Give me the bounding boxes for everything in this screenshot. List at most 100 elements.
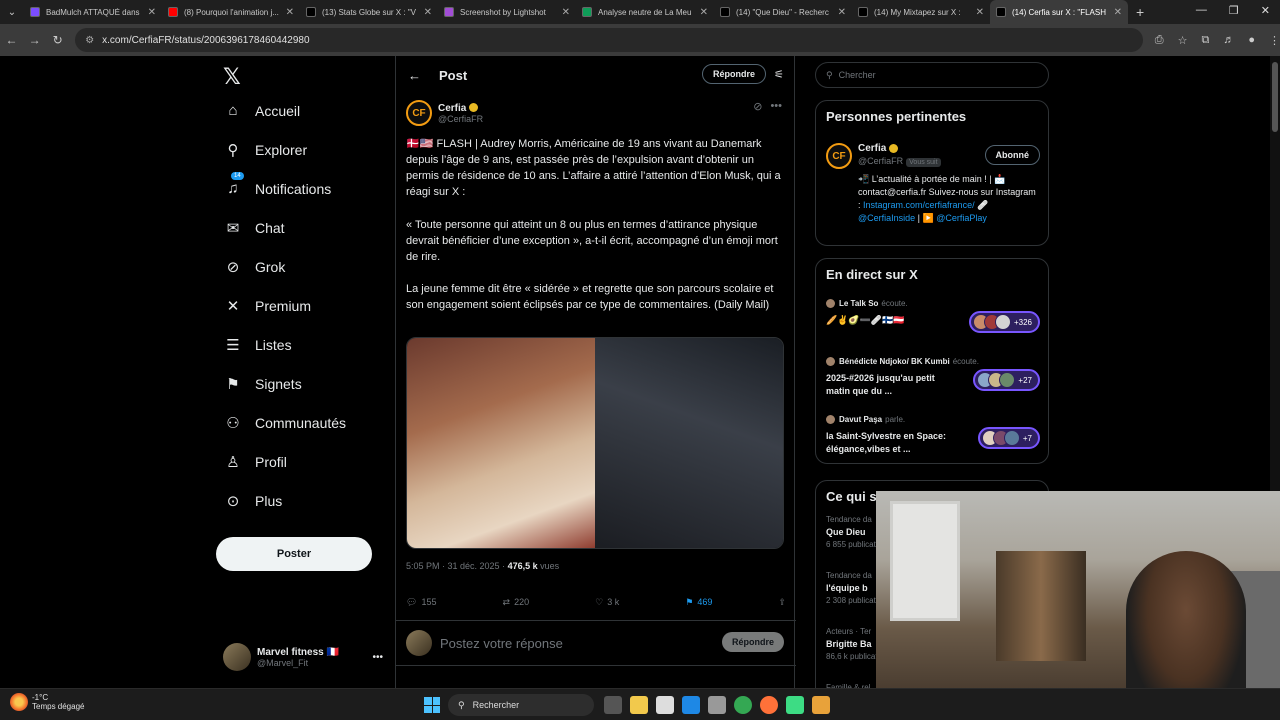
- windows-start-icon[interactable]: [424, 697, 440, 713]
- store-icon[interactable]: [708, 696, 726, 714]
- nav-item-plus[interactable]: ⊙ Plus: [223, 492, 283, 510]
- browser-menu-icon[interactable]: ⋮: [1269, 34, 1280, 47]
- close-window-icon[interactable]: ✕: [1261, 4, 1270, 17]
- nav-item-profil[interactable]: ♙ Profil: [223, 453, 287, 471]
- browser-tab[interactable]: (14) "Que Dieu" - Recherc ✕: [714, 0, 852, 24]
- photo-woman[interactable]: [407, 338, 595, 548]
- browser-tab[interactable]: (14) Cerfia sur X : "FLASH ✕: [990, 0, 1128, 24]
- close-tab-icon[interactable]: ✕: [424, 7, 432, 18]
- weather-widget[interactable]: -1°C Temps dégagé: [10, 693, 84, 711]
- live-listeners-pill[interactable]: +27: [973, 369, 1040, 391]
- nav-item-listes[interactable]: ☰ Listes: [223, 336, 291, 354]
- browser-tab[interactable]: (14) My Mixtapez sur X : ✕: [852, 0, 990, 24]
- search-input[interactable]: ⚲ Chercher: [815, 62, 1049, 88]
- grok-icon[interactable]: ⊘: [753, 100, 762, 113]
- repost-action[interactable]: ⇄ 220: [503, 594, 530, 610]
- reply-input[interactable]: Postez votre réponse: [440, 636, 563, 651]
- author-handle[interactable]: @CerfiaFR: [438, 114, 483, 124]
- live-listeners-pill[interactable]: +7: [977, 427, 1040, 449]
- nav-item-premium[interactable]: ✕ Premium: [223, 297, 311, 315]
- browser-tab[interactable]: (8) Pourquoi l'animation j... ✕: [162, 0, 300, 24]
- browser-tab[interactable]: (13) Stats Globe sur X : "V ✕: [300, 0, 438, 24]
- author-name[interactable]: Cerfia: [438, 103, 466, 114]
- tab-title: (14) My Mixtapez sur X :: [874, 7, 961, 17]
- nav-item-explorer[interactable]: ⚲ Explorer: [223, 141, 308, 159]
- app-icon[interactable]: [786, 696, 804, 714]
- weather-icon: [10, 693, 28, 711]
- post-button[interactable]: Poster: [216, 537, 372, 571]
- back-arrow-icon[interactable]: ←: [408, 68, 421, 83]
- close-tab-icon[interactable]: ✕: [562, 7, 570, 18]
- close-tab-icon[interactable]: ✕: [700, 7, 708, 18]
- restore-icon[interactable]: ❐: [1229, 4, 1239, 17]
- browser-tab[interactable]: Analyse neutre de La Meu ✕: [576, 0, 714, 24]
- relevant-handle[interactable]: @CerfiaFR: [858, 156, 903, 166]
- bookmark-star-icon[interactable]: ☆: [1178, 34, 1188, 47]
- scrollbar-thumb[interactable]: [1272, 62, 1278, 132]
- notepad-icon[interactable]: [656, 696, 674, 714]
- close-tab-icon[interactable]: ✕: [976, 7, 984, 18]
- cerfiainside-link[interactable]: @CerfiaInside: [858, 213, 915, 223]
- live-space-item[interactable]: Le Talk So écoute. 🥖✌️🥑➖🩹🇫🇮🇦🇹 +326: [826, 299, 1040, 333]
- nav-item-communauts[interactable]: ⚇ Communautés: [223, 414, 346, 432]
- reply-header-button[interactable]: Répondre: [701, 64, 766, 84]
- media-icon[interactable]: ♬: [1223, 34, 1234, 47]
- reply-submit-button[interactable]: Répondre: [721, 632, 784, 652]
- chrome-icon[interactable]: [734, 696, 752, 714]
- live-space-item[interactable]: Davut Paşa parle. la Saint-Sylvestre en Sp…: [826, 415, 1040, 456]
- close-tab-icon[interactable]: ✕: [286, 7, 294, 18]
- reply-settings-icon[interactable]: ⚟: [774, 68, 784, 81]
- vlc-icon[interactable]: [812, 696, 830, 714]
- photo-man[interactable]: [595, 338, 783, 548]
- browser-tab[interactable]: BadMulch ATTAQUÉ dans ✕: [24, 0, 162, 24]
- extensions-icon[interactable]: ⧉: [1201, 34, 1209, 47]
- nav-item-grok[interactable]: ⊘ Grok: [223, 258, 286, 276]
- post-timestamp[interactable]: 5:05 PM · 31 déc. 2025 ·: [406, 561, 508, 571]
- window-controls: — ❐ ✕: [1196, 4, 1270, 17]
- forward-arrow-icon[interactable]: →: [23, 33, 46, 47]
- relevant-name[interactable]: Cerfia: [858, 143, 886, 154]
- repost-icon: ⇄: [502, 596, 511, 607]
- live-listeners-pill[interactable]: +326: [968, 311, 1040, 333]
- file-explorer-icon[interactable]: [630, 696, 648, 714]
- account-switcher[interactable]: Marvel fitness 🇫🇷 @Marvel_Fit •••: [223, 642, 383, 672]
- site-info-icon[interactable]: ⚙: [85, 35, 94, 46]
- address-bar[interactable]: ⚙ x.com/CerfiaFR/status/2006396178460442…: [75, 28, 1143, 52]
- live-space-item[interactable]: Bénédicte Ndjoko/ BK Kumbi écoute. 2025-#2…: [826, 357, 1040, 398]
- nav-item-chat[interactable]: ✉ Chat: [223, 219, 285, 237]
- post-author[interactable]: CF Cerfia @CerfiaFR: [406, 100, 483, 126]
- nav-item-notifications[interactable]: ♫ 14 Notifications: [223, 172, 331, 197]
- bookmark-action[interactable]: ⚑ 469: [685, 594, 712, 610]
- task-view-icon[interactable]: [604, 696, 622, 714]
- tab-favicon-icon: [30, 7, 40, 17]
- instagram-link[interactable]: Instagram.com/cerfiafrance/: [863, 200, 975, 210]
- post-image[interactable]: [406, 337, 784, 549]
- edge-icon[interactable]: [682, 696, 700, 714]
- x-logo-icon[interactable]: 𝕏: [223, 64, 241, 90]
- back-arrow-icon[interactable]: ←: [0, 33, 23, 47]
- cerfiaplay-link[interactable]: @CerfiaPlay: [936, 213, 987, 223]
- nav-item-accueil[interactable]: ⌂ Accueil: [223, 102, 300, 119]
- new-tab-button[interactable]: +: [1136, 4, 1144, 20]
- close-tab-icon[interactable]: ✕: [148, 7, 156, 18]
- close-tab-icon[interactable]: ✕: [1114, 7, 1122, 18]
- reload-icon[interactable]: ↻: [46, 33, 69, 47]
- reply-action[interactable]: 💬︎ 155: [406, 594, 436, 610]
- cerfia-logo-icon[interactable]: CF: [826, 143, 852, 169]
- nav-item-signets[interactable]: ⚑ Signets: [223, 375, 301, 393]
- browser-tab[interactable]: Screenshot by Lightshot ✕: [438, 0, 576, 24]
- cerfia-logo-icon[interactable]: CF: [406, 100, 432, 126]
- install-app-icon[interactable]: ⎙: [1155, 34, 1164, 47]
- more-dots-icon[interactable]: •••: [770, 100, 782, 113]
- profile-icon[interactable]: ●: [1248, 34, 1255, 47]
- close-tab-icon[interactable]: ✕: [838, 7, 846, 18]
- more-dots-icon[interactable]: •••: [372, 652, 383, 663]
- tab-search-icon[interactable]: ⌄: [0, 7, 24, 18]
- minimize-icon[interactable]: —: [1196, 4, 1207, 17]
- following-button[interactable]: Abonné: [984, 145, 1040, 165]
- share-action[interactable]: ⇪: [778, 594, 786, 610]
- like-action[interactable]: ♡ 3 k: [595, 594, 619, 610]
- windows-taskbar: -1°C Temps dégagé ⚲ Rechercher: [0, 688, 1280, 720]
- taskbar-search[interactable]: ⚲ Rechercher: [448, 694, 594, 716]
- firefox-icon[interactable]: [760, 696, 778, 714]
